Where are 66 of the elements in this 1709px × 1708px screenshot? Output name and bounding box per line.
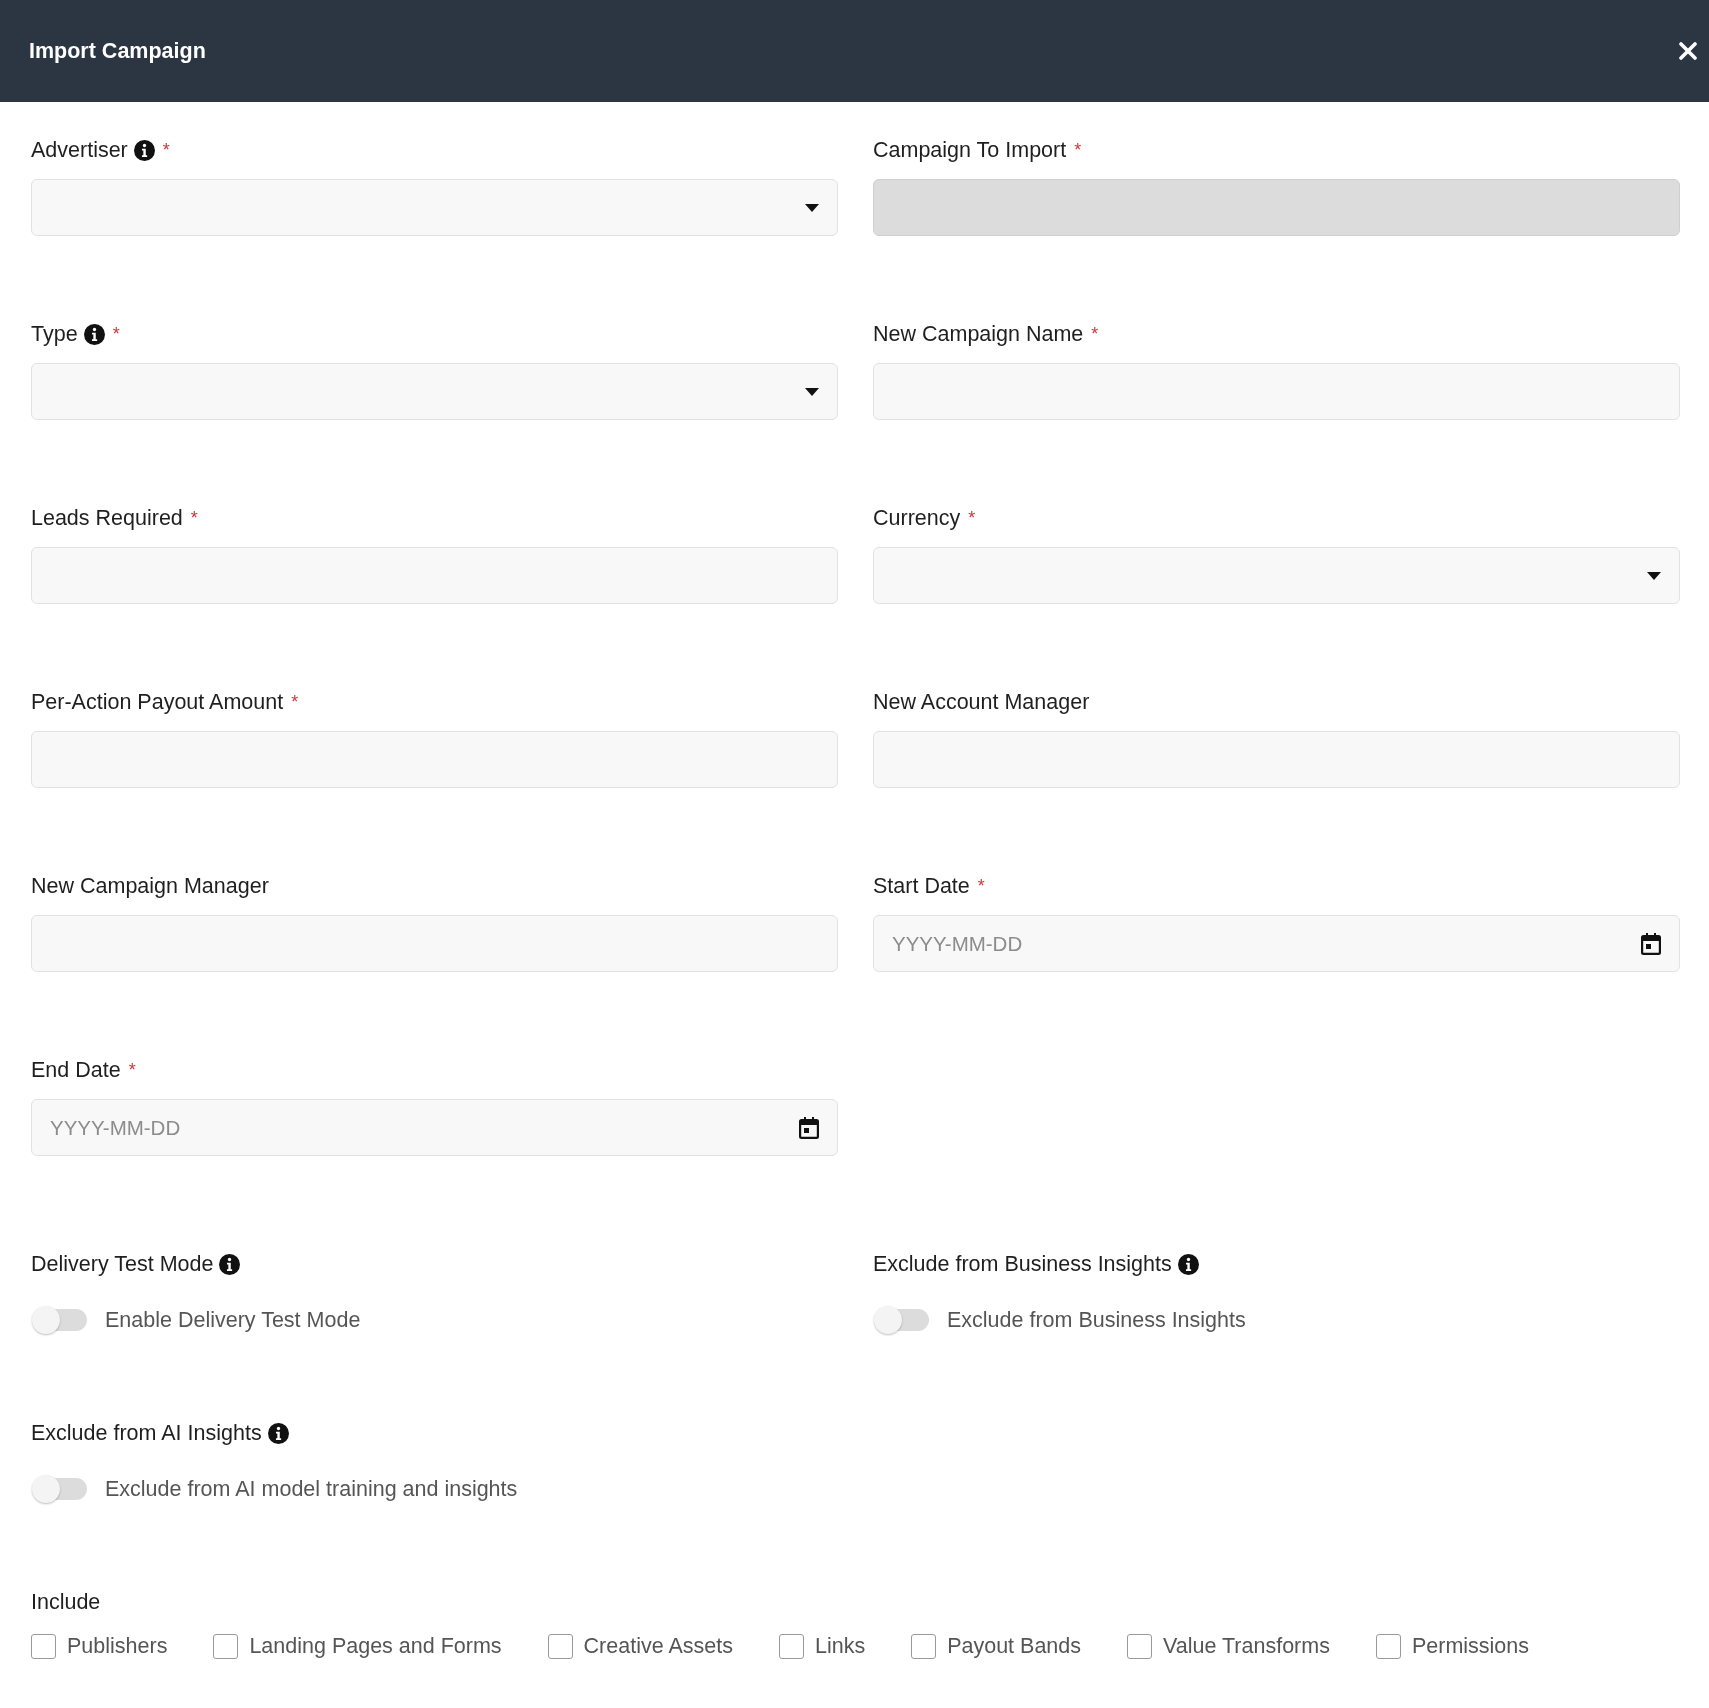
select-field[interactable] — [31, 179, 838, 236]
field-label: Exclude from Business Insights — [873, 1251, 1172, 1277]
field-label: Delivery Test Mode — [31, 1251, 214, 1277]
toggle-switch[interactable] — [873, 1305, 929, 1335]
required-mark: * — [1091, 325, 1099, 343]
required-mark: * — [128, 1061, 136, 1079]
date-field[interactable]: YYYY-MM-DD — [31, 1099, 838, 1156]
field-label: Per-Action Payout Amount — [31, 689, 284, 715]
field-label: Exclude from AI Insights — [31, 1420, 262, 1446]
calendar-icon[interactable] — [799, 1116, 819, 1139]
input-field[interactable] — [873, 363, 1680, 420]
select-field[interactable] — [31, 363, 838, 420]
required-mark: * — [968, 509, 976, 527]
toggle-label: Enable Delivery Test Mode — [105, 1307, 361, 1333]
close-icon — [1679, 42, 1697, 60]
checkbox[interactable] — [1375, 1634, 1401, 1659]
input-field[interactable] — [31, 547, 838, 604]
info-icon[interactable] — [267, 1422, 289, 1444]
required-mark: * — [190, 509, 198, 527]
checkbox-label: Permissions — [1411, 1634, 1529, 1659]
toggle-label: Exclude from AI model training and insights — [105, 1476, 518, 1502]
required-mark: * — [291, 693, 299, 711]
checkbox-label: Value Transforms — [1163, 1634, 1330, 1659]
select-field[interactable] — [873, 547, 1680, 604]
required-mark: * — [112, 325, 120, 343]
field-label: Currency — [873, 505, 961, 531]
info-icon[interactable] — [83, 323, 105, 345]
checkbox[interactable] — [1127, 1634, 1153, 1659]
field-label: End Date — [31, 1057, 121, 1083]
checkbox-label: Payout Bands — [947, 1634, 1082, 1659]
checkbox-label: Landing Pages and Forms — [249, 1634, 502, 1659]
required-mark: * — [162, 141, 170, 159]
input-field[interactable] — [31, 731, 838, 788]
toggle-label: Exclude from Business Insights — [947, 1307, 1246, 1333]
required-mark: * — [1074, 141, 1082, 159]
dialog-title: Import Campaign — [29, 38, 206, 64]
caret-icon — [1647, 571, 1661, 580]
info-icon[interactable] — [219, 1253, 241, 1275]
input-field[interactable] — [873, 731, 1680, 788]
field-label: Advertiser — [31, 137, 128, 163]
calendar-icon[interactable] — [1641, 932, 1661, 955]
caret-icon — [805, 203, 819, 212]
checkbox[interactable] — [778, 1634, 804, 1659]
field-label: New Campaign Name — [873, 321, 1084, 347]
checkbox[interactable] — [213, 1634, 239, 1659]
required-mark: * — [977, 877, 985, 895]
field-label: Campaign To Import — [873, 137, 1067, 163]
checkbox-label: Creative Assets — [583, 1634, 733, 1659]
checkbox[interactable] — [911, 1634, 937, 1659]
field-label: New Campaign Manager — [31, 873, 269, 899]
caret-icon — [805, 387, 819, 396]
checkbox-label: Publishers — [67, 1634, 168, 1659]
field-label: Type — [31, 321, 78, 347]
info-icon[interactable] — [133, 139, 155, 161]
field-label: Start Date — [873, 873, 970, 899]
input-field[interactable] — [31, 915, 838, 972]
date-field[interactable]: YYYY-MM-DD — [873, 915, 1680, 972]
checkbox[interactable] — [547, 1634, 573, 1659]
field-label: Leads Required — [31, 505, 183, 531]
field-label: New Account Manager — [873, 689, 1090, 715]
checkbox[interactable] — [31, 1634, 56, 1659]
toggle-switch[interactable] — [31, 1305, 87, 1335]
toggle-switch[interactable] — [31, 1474, 87, 1504]
info-icon[interactable] — [1177, 1253, 1199, 1275]
checkbox-label: Links — [814, 1634, 866, 1659]
field-label: Include — [31, 1589, 101, 1615]
